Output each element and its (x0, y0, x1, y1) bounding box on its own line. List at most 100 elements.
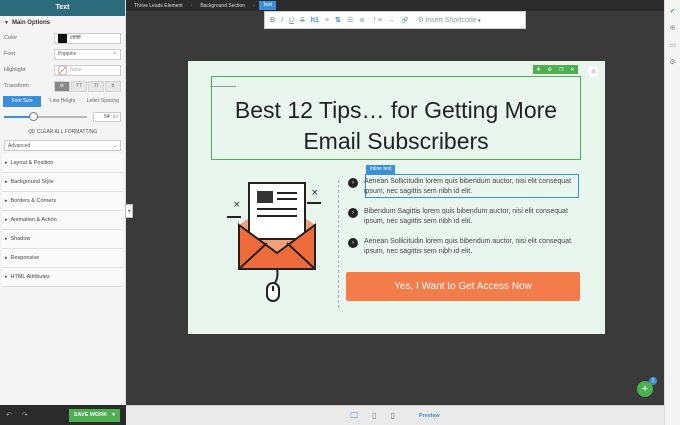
arrow-right-icon: › (348, 208, 358, 218)
tablet-icon[interactable]: ▯ (372, 411, 376, 420)
justify-icon[interactable]: ≣ (359, 16, 365, 24)
list-item-text[interactable]: Bibendum Sagittis lorem quis bibendum au… (364, 207, 578, 227)
accordion-borders-corners[interactable]: ▸ Borders & Corners (2, 192, 123, 211)
insert-shortcode-dropdown[interactable]: ⚙ Insert Shortcode ▾ (418, 16, 481, 24)
mobile-icon[interactable]: ▯ (390, 411, 394, 420)
shortcode-icon: ⚙ (417, 17, 424, 24)
tab-line-height[interactable]: Line Height (43, 96, 81, 107)
accordion-layout-position[interactable]: ▸ Layout & Position (2, 154, 123, 173)
accordion-background-style[interactable]: ▸ Background Style (2, 173, 123, 192)
list-icon[interactable]: ☰ (347, 16, 353, 24)
transform-lower-button[interactable]: tt (105, 80, 121, 92)
close-icon[interactable]: ✕ (588, 66, 599, 77)
color-value: #ffffff (70, 35, 81, 41)
accordion-label: Animation & Action (10, 217, 57, 223)
main-options-header[interactable]: ▼ Main Options (0, 16, 125, 30)
plus-icon: + (641, 383, 649, 395)
breadcrumb-separator: › (253, 2, 255, 9)
caret-right-icon: ▸ (5, 255, 8, 261)
transform-none-button[interactable]: ⊘ (54, 80, 70, 92)
transform-row: Transform ⊘ TT Tt tt (0, 78, 125, 94)
settings-icon[interactable]: ⚙ (668, 57, 677, 66)
cta-button[interactable]: Yes, I Want to Get Access Now (346, 272, 580, 301)
numbered-list-icon[interactable]: ⋮≡ (371, 16, 382, 24)
preview-button[interactable]: Preview (419, 413, 440, 419)
highlight-label: Highlight (4, 67, 26, 73)
color-label: Color (4, 35, 18, 41)
spacing-icon[interactable]: ↔ (388, 17, 395, 24)
highlight-field[interactable]: None (54, 64, 121, 76)
optin-popup: ✥ ⚙ ❐ ✕ ✕ Best 12 Tips… for Getting More… (188, 61, 605, 334)
add-element-icon[interactable]: ⊕ (668, 23, 677, 32)
color-swatch[interactable] (58, 33, 67, 43)
accordion-label: Layout & Position (10, 160, 54, 166)
breadcrumb: Thrive Leads Element › Background Sectio… (126, 0, 664, 11)
accordion-label: Shadow (10, 236, 31, 242)
accordion-animation-action[interactable]: ▸ Animation & Action (2, 211, 123, 230)
check-icon[interactable]: ✔ (668, 6, 677, 15)
align-icon[interactable]: ≡ (325, 17, 329, 24)
bold-button[interactable]: B (270, 17, 275, 24)
move-icon[interactable]: ✥ (536, 67, 540, 73)
font-size-input[interactable]: 54 px (93, 112, 121, 122)
transform-upper-button[interactable]: TT (71, 80, 87, 92)
transform-capitalize-button[interactable]: Tt (88, 80, 104, 92)
no-color-swatch[interactable] (58, 65, 67, 75)
list-item: › Aenean Sollicitudin lorem quis bibendu… (348, 237, 578, 257)
transform-label: Transform (4, 83, 29, 89)
highlight-value: None (70, 67, 82, 73)
italic-button[interactable]: I (281, 17, 283, 24)
accordion-list: ▸ Layout & Position ▸ Background Style ▸ Bo… (0, 154, 125, 287)
line-spacing-icon[interactable]: ⇅ (335, 16, 341, 24)
delete-icon[interactable]: ✕ (570, 67, 574, 73)
settings-icon[interactable]: ⚙ (548, 67, 552, 73)
highlight-row: Highlight None (0, 62, 125, 78)
save-work-button[interactable]: SAVE WORK ▾ (68, 408, 120, 422)
font-field[interactable]: Poppins ✎ (54, 48, 121, 60)
font-size-slider[interactable] (4, 112, 87, 121)
sidebar-footer: ↶ ↷ SAVE WORK ▾ (0, 405, 126, 425)
caret-right-icon: ▸ (5, 179, 8, 185)
advanced-toggle[interactable]: Advanced ⌄ (4, 140, 121, 151)
sidebar-title: Text (0, 0, 125, 16)
accordion-responsive[interactable]: ▸ Responsive (2, 249, 123, 268)
desktop-icon[interactable]: 🖵 (350, 411, 358, 421)
caret-down-icon[interactable]: ▾ (112, 412, 115, 418)
accordion-label: Background Style (10, 179, 54, 185)
list-item-text[interactable]: Aenean Sollicitudin lorem quis bibendum … (364, 237, 578, 257)
link-icon[interactable]: 🔗 (401, 17, 408, 24)
caret-down-icon: ▼ (4, 20, 9, 26)
tab-letter-spacing[interactable]: Letter Spacing (84, 96, 122, 107)
page-icon[interactable]: ▭ (668, 40, 677, 49)
redo-icon[interactable]: ↷ (22, 411, 28, 419)
underline-button[interactable]: U (289, 17, 294, 24)
clear-formatting-button[interactable]: ⌫ CLEAR ALL FORMATTING (0, 126, 125, 138)
color-field[interactable]: #ffffff (54, 32, 121, 44)
breadcrumb-item[interactable]: Thrive Leads Element (130, 3, 187, 9)
undo-icon[interactable]: ↶ (6, 411, 12, 419)
device-preview-bar: 🖵 ▯ ▯ Preview (126, 405, 664, 425)
caret-right-icon: ▸ (5, 274, 8, 280)
right-toolbar: ✔ ⊕ ▭ ⚙ (664, 0, 680, 425)
duplicate-icon[interactable]: ❐ (559, 67, 563, 73)
collapse-sidebar-toggle[interactable]: ◂ (125, 204, 133, 218)
breadcrumb-item[interactable]: Background Section (196, 3, 249, 9)
slider-handle[interactable] (29, 112, 39, 121)
headline-text[interactable]: Best 12 Tips… for Getting More Email Sub… (211, 95, 581, 157)
font-size-slider-row: 54 px (0, 108, 125, 126)
list-item-text[interactable]: Aenean Sollicitudin lorem quis bibendum … (364, 177, 578, 197)
column-divider (338, 180, 339, 308)
accordion-shadow[interactable]: ▸ Shadow (2, 230, 123, 249)
list-item: › Aenean Sollicitudin lorem quis bibendu… (348, 177, 578, 197)
heading-select[interactable]: h1 (311, 17, 319, 24)
advanced-label: Advanced (8, 142, 31, 149)
email-envelope-illustration: × × (227, 182, 321, 302)
accordion-label: Borders & Corners (10, 198, 57, 204)
arrow-right-icon: › (348, 178, 358, 188)
breadcrumb-item-active[interactable]: Text (258, 1, 276, 10)
pencil-icon[interactable]: ✎ (113, 51, 117, 57)
strikethrough-button[interactable]: S (300, 17, 305, 24)
tab-font-size[interactable]: Font Size (3, 95, 42, 107)
accordion-label: HTML Attributes (10, 274, 50, 280)
accordion-html-attributes[interactable]: ▸ HTML Attributes (2, 268, 123, 287)
